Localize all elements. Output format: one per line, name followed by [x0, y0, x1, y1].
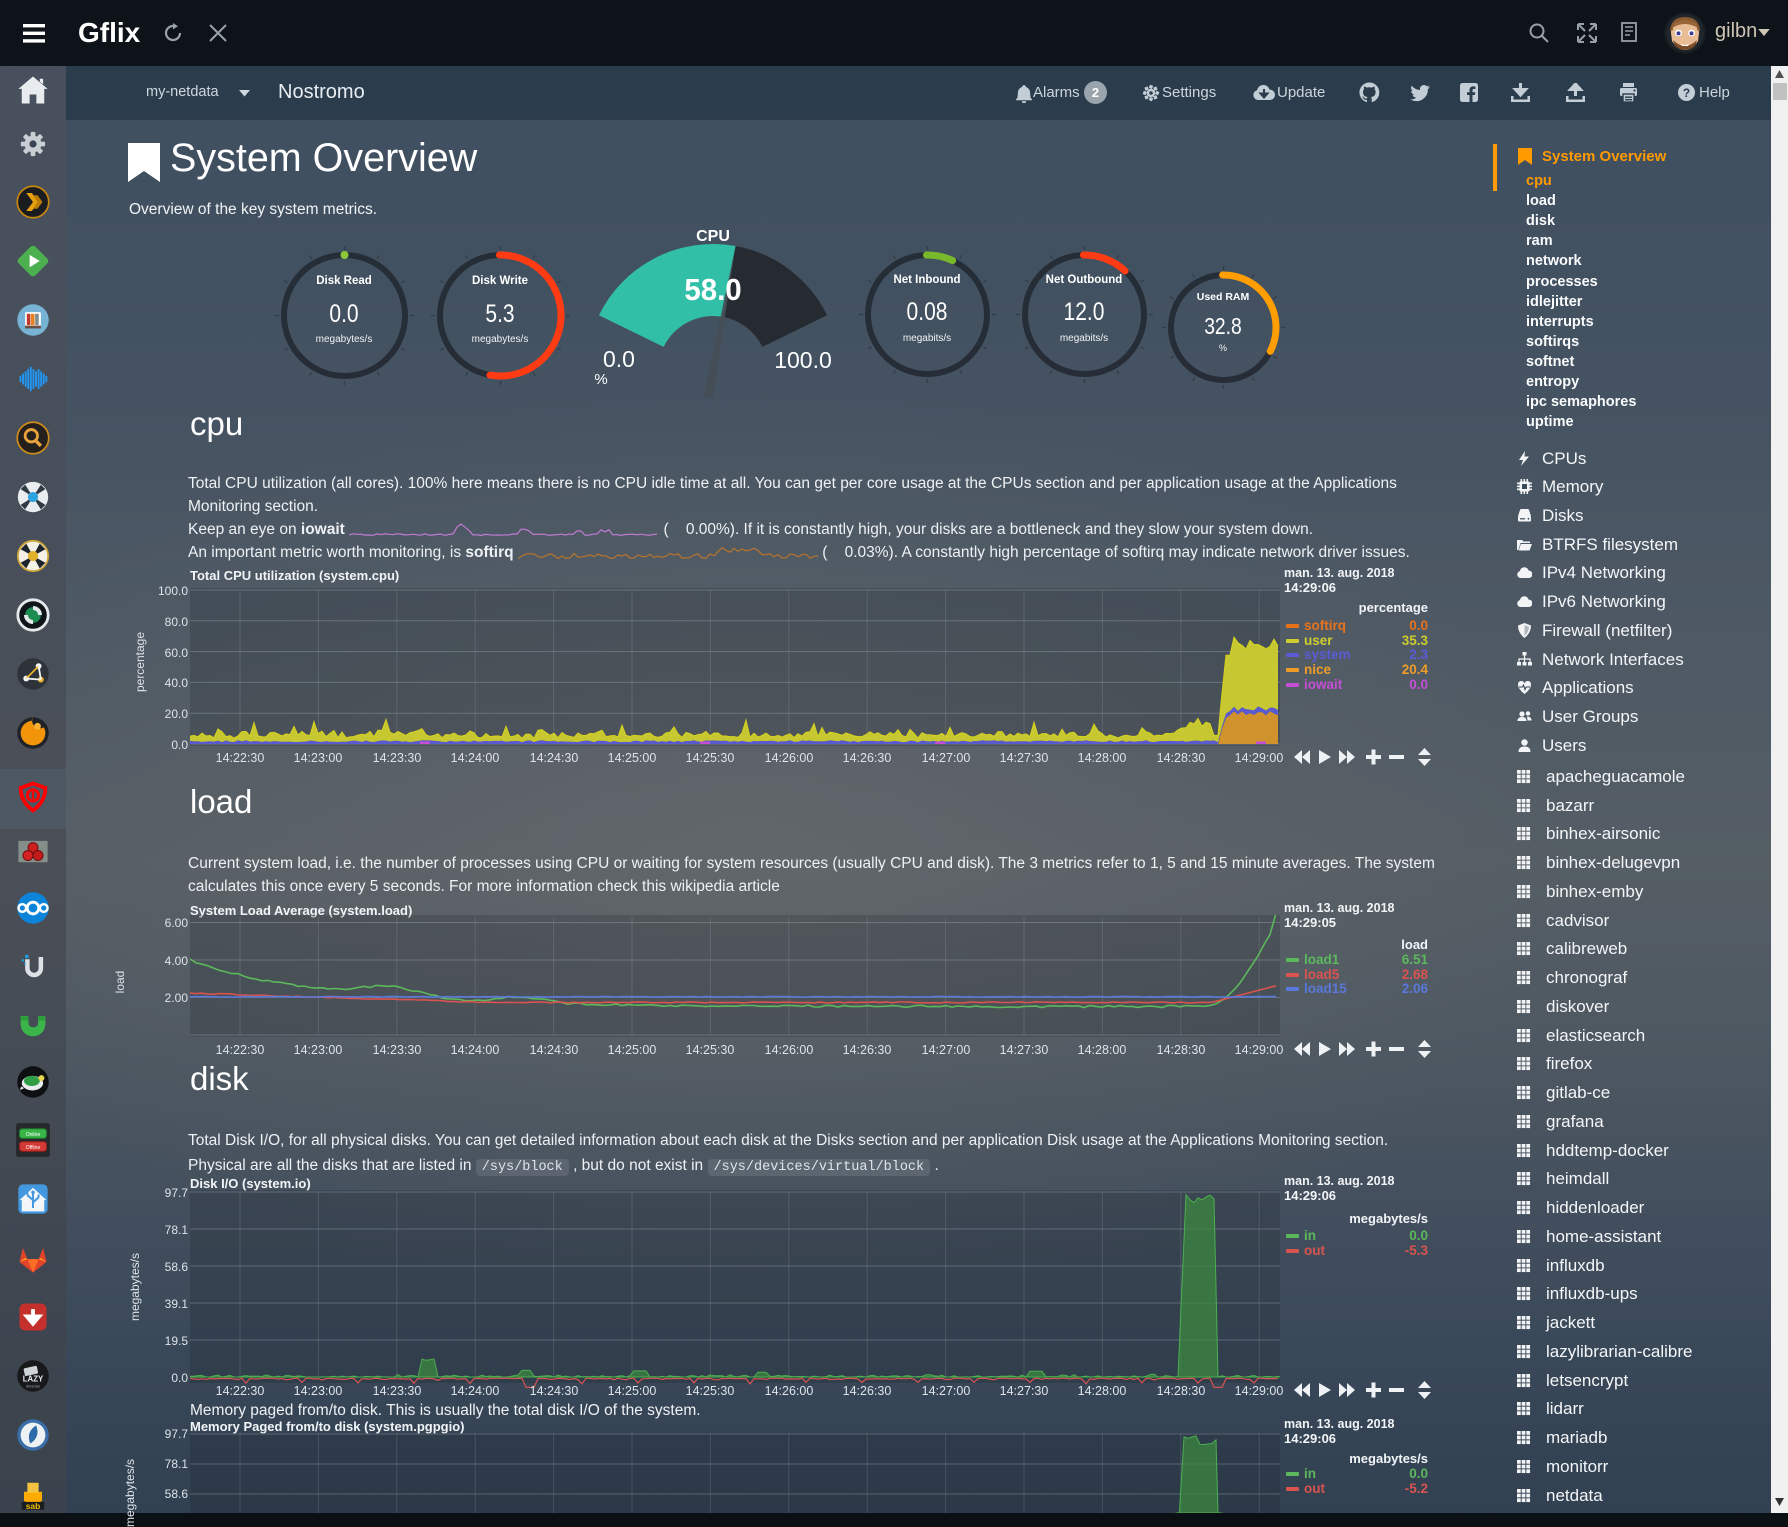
svg-text:librarian: librarian [26, 1383, 40, 1388]
svg-text:Offline: Offline [26, 1145, 41, 1151]
svg-text:Online: Online [26, 1132, 41, 1138]
svg-text:sab: sab [26, 1501, 41, 1511]
